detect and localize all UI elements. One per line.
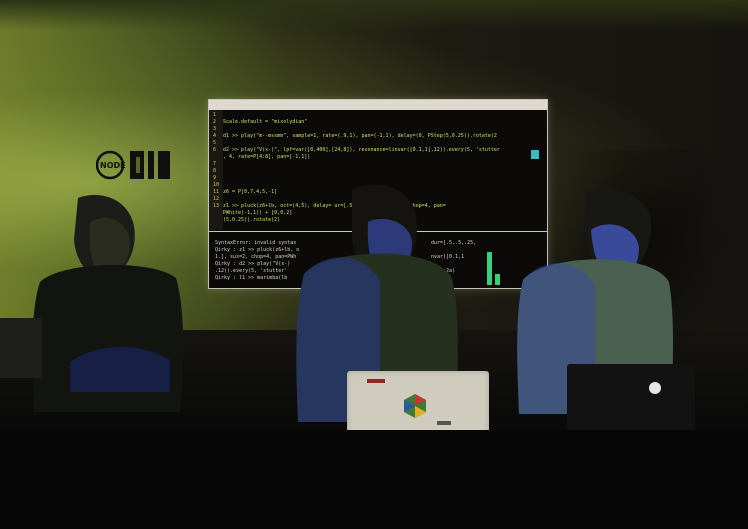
line-number: 4 (213, 133, 217, 139)
line-number: 8 (213, 168, 217, 174)
line-number: 3 (213, 126, 217, 132)
performance-table (0, 430, 748, 529)
laptop-logo-icon (649, 382, 661, 394)
laptop-logo-icon (404, 394, 426, 418)
editor-title-bar (209, 100, 547, 110)
console-line: SyntaxError: invalid syntax (215, 240, 297, 246)
line-number: 7 (213, 161, 217, 167)
code-text: z6 = P[0,7,4,5,-1] (223, 189, 278, 195)
code-line: 11 z6 = P[0,7,4,5,-1] (213, 189, 277, 195)
code-line: 9 (213, 175, 223, 181)
code-line: 8 (213, 168, 223, 174)
console-line: Qirky : l1 >> marimba(lb (215, 275, 288, 281)
node-logo: NODE (96, 150, 170, 180)
line-number: 2 (213, 119, 217, 125)
line-number: 11 (213, 189, 220, 195)
code-text: Scale.default = "mixolydian" (223, 119, 308, 125)
text-cursor (531, 150, 539, 159)
audio-meter-1 (487, 252, 492, 285)
code-line: 7 (213, 161, 223, 167)
code-text: d2 >> play("V(x-)", lpf=var([0,400],[24,… (223, 147, 500, 153)
code-line: 6 d2 >> play("V(x-)", lpf=var([0,400],[24… (213, 147, 500, 153)
logo-text: NODE (100, 161, 126, 170)
laptop-sticker (437, 421, 451, 425)
line-number: 6 (213, 147, 217, 153)
code-line: 2 Scale.default = "mixolydian" (213, 119, 307, 125)
equipment-rack (0, 318, 42, 378)
console-line: 1.], sus=2, chop=4, pan=PWh (215, 254, 297, 260)
code-line: 1 (213, 112, 223, 118)
code-text: (5,0.25)).rotate(2) (223, 217, 281, 223)
code-line: 5 (213, 140, 223, 146)
right-laptop (567, 364, 695, 438)
code-text: PWhite(-1,1)) + [0,0,2] (223, 210, 293, 216)
code-line: (5,0.25)).rotate(2) (213, 217, 280, 223)
line-number: 13 (213, 203, 220, 209)
line-number: 5 (213, 140, 217, 146)
line-number: 9 (213, 175, 217, 181)
code-line: 10 (213, 182, 223, 188)
console-line: Qirky : d2 >> play("V(x-) (215, 261, 291, 267)
console-line: .12)).every(5, 'stutter' (215, 268, 288, 274)
line-number: 10 (213, 182, 220, 188)
console-line: Qirky : z1 >> pluck(z6+lb, o (215, 247, 300, 253)
performer-left (32, 195, 184, 412)
code-line: 3 (213, 126, 223, 132)
center-laptop (347, 371, 489, 439)
code-text: , 4, rate=P[4:8], pan=[-1,1]) (223, 154, 311, 160)
code-line: PWhite(-1,1)) + [0,0,2] (213, 210, 292, 216)
line-number: 12 (213, 196, 220, 202)
live-coding-performance-photo: NODE 1 2 Scale.default = "mixolydian" 3 4 d1 … (0, 0, 748, 529)
audio-meter-2 (495, 274, 500, 285)
code-text: d1 >> play("m--mssmm", sample=1, rate=(.… (223, 133, 497, 139)
laptop-sticker (367, 379, 385, 383)
code-line: , 4, rate=P[4:8], pan=[-1,1]) (213, 154, 310, 160)
line-number: 1 (213, 112, 217, 118)
code-line: 12 (213, 196, 223, 202)
code-line: 4 d1 >> play("m--mssmm", sample=1, rate=(… (213, 133, 497, 139)
